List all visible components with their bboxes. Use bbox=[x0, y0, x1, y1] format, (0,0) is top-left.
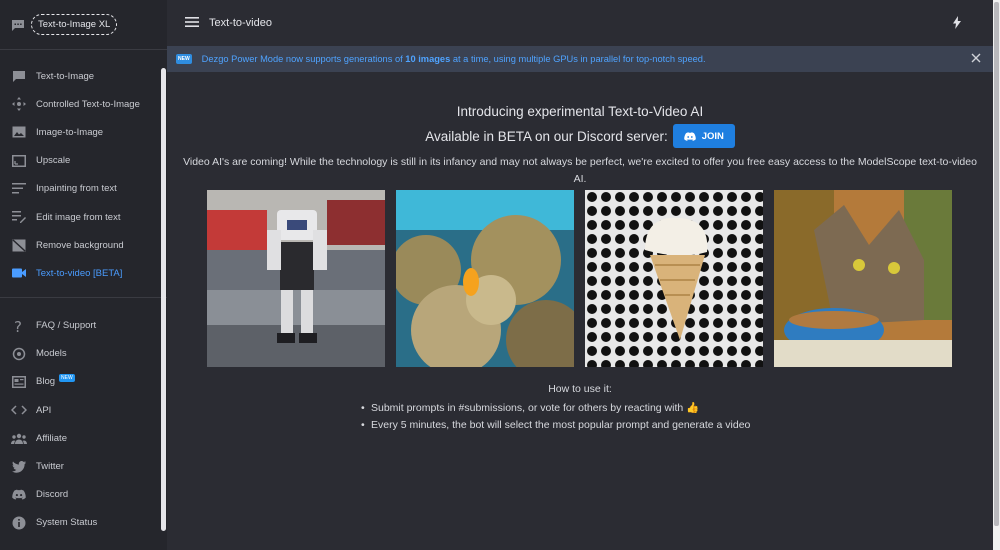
page-scrollbar-thumb[interactable] bbox=[994, 2, 999, 526]
lightning-bolt-icon[interactable] bbox=[953, 16, 961, 32]
sidebar-item-label: Text-to-video [BETA] bbox=[36, 267, 123, 279]
image-icon bbox=[11, 124, 27, 140]
question-icon: ? bbox=[11, 318, 27, 334]
how-to-title: How to use it: bbox=[548, 383, 612, 395]
sidebar-item-label: Text-to-Image bbox=[36, 70, 95, 82]
cat-painting-video-thumbnail[interactable] bbox=[774, 190, 952, 367]
chat-bubble-icon bbox=[11, 68, 27, 84]
upscale-icon bbox=[11, 153, 27, 169]
sidebar-item-label: FAQ / Support bbox=[36, 320, 97, 332]
beta-line: Available in BETA on our Discord server:… bbox=[167, 124, 993, 148]
sidebar-links-group: ? FAQ / Support Models Blog NEW API Affiliate T… bbox=[0, 296, 167, 538]
sidebar-item-inpainting-from-text[interactable]: Inpainting from text bbox=[0, 175, 167, 203]
video-icon bbox=[11, 265, 27, 281]
sidebar-item-api[interactable]: API bbox=[0, 396, 167, 424]
close-icon[interactable] bbox=[971, 53, 981, 65]
move-arrows-icon bbox=[11, 96, 27, 112]
sidebar-item-label: Blog bbox=[36, 376, 56, 388]
join-discord-button[interactable]: JOIN bbox=[672, 124, 735, 148]
join-button-label: JOIN bbox=[701, 130, 724, 142]
edit-lines-icon bbox=[11, 209, 27, 225]
sidebar-item-remove-background[interactable]: Remove background bbox=[0, 231, 167, 259]
page-title: Text-to-video bbox=[209, 17, 272, 29]
example-video-gallery bbox=[207, 190, 952, 368]
sidebar-item-label: Image-to-Image bbox=[36, 126, 104, 138]
beta-text: Available in BETA on our Discord server: bbox=[425, 128, 668, 144]
code-icon bbox=[11, 402, 27, 418]
twitter-icon bbox=[11, 459, 27, 475]
sidebar-item-text-to-video-beta[interactable]: Text-to-video [BETA] bbox=[0, 259, 167, 287]
banner-text: Dezgo Power Mode now supports generation… bbox=[201, 54, 706, 64]
sidebar-item-system-status[interactable]: System Status bbox=[0, 509, 167, 537]
sidebar-item-label: Discord bbox=[36, 489, 69, 501]
sidebar-item-label: System Status bbox=[36, 517, 98, 529]
sidebar-item-label: Remove background bbox=[36, 239, 124, 251]
intro-heading: Introducing experimental Text-to-Video A… bbox=[456, 104, 704, 119]
model-selector-chip[interactable]: Text-to-Image XL bbox=[31, 14, 118, 35]
text-lines-icon bbox=[11, 181, 27, 197]
sidebar-item-blog[interactable]: Blog NEW bbox=[0, 368, 167, 396]
sidebar-item-text-to-image[interactable]: Text-to-Image bbox=[0, 62, 167, 90]
discord-icon bbox=[683, 131, 696, 141]
sidebar-header: Text-to-Image XL bbox=[0, 0, 167, 50]
people-icon bbox=[11, 430, 27, 446]
step-item: Submit prompts in #submissions, or vote … bbox=[361, 400, 750, 417]
ice-cream-video-thumbnail[interactable] bbox=[585, 190, 763, 367]
sidebar-item-controlled-text-to-image[interactable]: Controlled Text-to-Image bbox=[0, 90, 167, 118]
image-off-icon bbox=[11, 237, 27, 253]
top-bar: Text-to-video bbox=[167, 0, 993, 46]
coral-reef-video-thumbnail[interactable] bbox=[396, 190, 574, 367]
description-text: Video AI's are coming! While the technol… bbox=[183, 156, 977, 185]
sidebar-item-label: Models bbox=[36, 348, 67, 360]
sidebar-item-label: Twitter bbox=[36, 461, 64, 473]
sidebar-item-twitter[interactable]: Twitter bbox=[0, 452, 167, 480]
sidebar-item-models[interactable]: Models bbox=[0, 340, 167, 368]
svg-text:?: ? bbox=[14, 319, 22, 333]
chat-icon bbox=[11, 19, 25, 31]
sidebar-item-label: Affiliate bbox=[36, 432, 67, 444]
new-badge-icon: NEW bbox=[176, 54, 192, 64]
discord-icon bbox=[11, 487, 27, 503]
sidebar-item-label: API bbox=[36, 404, 52, 416]
how-to-steps: Submit prompts in #submissions, or vote … bbox=[361, 400, 750, 434]
blog-icon bbox=[11, 374, 27, 390]
main-content: Introducing experimental Text-to-Video A… bbox=[167, 72, 993, 550]
sidebar-item-label: Edit image from text bbox=[36, 211, 121, 223]
sidebar-scrollbar[interactable] bbox=[161, 68, 166, 531]
sidebar-item-faq-support[interactable]: ? FAQ / Support bbox=[0, 312, 167, 340]
sidebar-item-discord[interactable]: Discord bbox=[0, 481, 167, 509]
sidebar-item-label: Controlled Text-to-Image bbox=[36, 98, 140, 110]
step-item: Every 5 minutes, the bot will select the… bbox=[361, 417, 750, 434]
models-icon bbox=[11, 346, 27, 362]
hamburger-menu-icon[interactable] bbox=[185, 16, 199, 30]
announcement-banner: NEW Dezgo Power Mode now supports genera… bbox=[167, 46, 993, 72]
sidebar-item-label: Upscale bbox=[36, 155, 71, 167]
new-badge: NEW bbox=[59, 373, 75, 382]
info-icon bbox=[11, 515, 27, 531]
sidebar-item-affiliate[interactable]: Affiliate bbox=[0, 424, 167, 452]
sidebar-item-upscale[interactable]: Upscale bbox=[0, 147, 167, 175]
sidebar-item-image-to-image[interactable]: Image-to-Image bbox=[0, 118, 167, 146]
sidebar-tools-group: Text-to-Image Controlled Text-to-Image Ima… bbox=[0, 50, 167, 288]
sidebar: Text-to-Image XL Text-to-Image Controlled… bbox=[0, 0, 167, 550]
sidebar-item-edit-image-from-text[interactable]: Edit image from text bbox=[0, 203, 167, 231]
sidebar-item-label: Inpainting from text bbox=[36, 183, 117, 195]
robot-video-thumbnail[interactable] bbox=[207, 190, 385, 367]
